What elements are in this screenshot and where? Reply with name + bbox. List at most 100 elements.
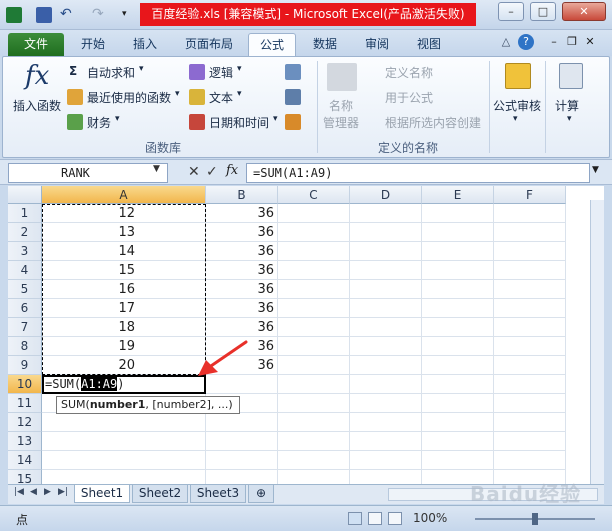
cell-e14[interactable] xyxy=(422,451,494,470)
define-name-button[interactable]: 定义名称 xyxy=(385,64,433,81)
cell-b15[interactable] xyxy=(206,470,278,484)
workbook-restore-icon[interactable]: ❐ xyxy=(564,34,580,50)
cell-e13[interactable] xyxy=(422,432,494,451)
prev-sheet-icon[interactable]: ◀ xyxy=(30,487,37,497)
row-header-13[interactable]: 13 xyxy=(8,432,42,451)
insert-function-fx-button[interactable]: fx xyxy=(226,163,238,178)
name-box[interactable]: RANK xyxy=(8,163,168,183)
finance-icon[interactable] xyxy=(67,114,83,130)
row-header-2[interactable]: 2 xyxy=(8,223,42,242)
row-header-5[interactable]: 5 xyxy=(8,280,42,299)
tab-formulas[interactable]: 公式 xyxy=(248,33,296,56)
cell-d11[interactable] xyxy=(350,394,422,413)
cell-e8[interactable] xyxy=(422,337,494,356)
name-manager-label-2[interactable]: 管理器 xyxy=(323,114,359,131)
cell-c1[interactable] xyxy=(278,204,350,223)
cell-d12[interactable] xyxy=(350,413,422,432)
column-header-e[interactable]: E xyxy=(422,186,494,204)
row-header-4[interactable]: 4 xyxy=(8,261,42,280)
cell-f8[interactable] xyxy=(494,337,566,356)
cell-a9[interactable]: 20 xyxy=(42,356,206,375)
page-layout-view-button[interactable] xyxy=(368,512,382,525)
cell-d5[interactable] xyxy=(350,280,422,299)
cell-d6[interactable] xyxy=(350,299,422,318)
cell-c6[interactable] xyxy=(278,299,350,318)
next-sheet-icon[interactable]: ▶ xyxy=(44,487,51,497)
cell-a3[interactable]: 14 xyxy=(42,242,206,261)
math-trig-icon[interactable] xyxy=(285,89,301,105)
column-header-f[interactable]: F xyxy=(494,186,566,204)
cell-d2[interactable] xyxy=(350,223,422,242)
cell-d3[interactable] xyxy=(350,242,422,261)
formula-audit-button[interactable]: 公式审核 xyxy=(493,97,541,114)
cell-f11[interactable] xyxy=(494,394,566,413)
normal-view-button[interactable] xyxy=(348,512,362,525)
name-manager-icon[interactable] xyxy=(327,63,357,91)
worksheet-grid[interactable]: ABCDEF 1 2 3 4 5 6 7 8 9 10 11 12 13 14 15 12 36 13 36 14 3… xyxy=(8,186,604,484)
cell-e9[interactable] xyxy=(422,356,494,375)
cell-f12[interactable] xyxy=(494,413,566,432)
customize-qat-icon[interactable]: ▾ xyxy=(122,7,132,23)
cell-f5[interactable] xyxy=(494,280,566,299)
cell-c14[interactable] xyxy=(278,451,350,470)
row-header-7[interactable]: 7 xyxy=(8,318,42,337)
tab-review[interactable]: 审阅 xyxy=(354,33,400,56)
cell-c11[interactable] xyxy=(278,394,350,413)
tab-view[interactable]: 视图 xyxy=(406,33,452,56)
cell-d7[interactable] xyxy=(350,318,422,337)
undo-icon[interactable]: ↶ xyxy=(60,7,76,23)
cell-b3[interactable]: 36 xyxy=(206,242,278,261)
text-icon[interactable] xyxy=(189,89,205,105)
active-cell-a10[interactable]: =SUM(A1:A9) xyxy=(42,375,206,394)
column-header-b[interactable]: B xyxy=(206,186,278,204)
recent-functions-button[interactable]: 最近使用的函数 xyxy=(87,89,171,106)
row-header-8[interactable]: 8 xyxy=(8,337,42,356)
cell-a8[interactable]: 19 xyxy=(42,337,206,356)
save-icon[interactable] xyxy=(36,7,52,23)
zoom-slider-thumb[interactable] xyxy=(532,513,538,525)
cell-e1[interactable] xyxy=(422,204,494,223)
dropdown-icon[interactable]: ▾ xyxy=(237,64,242,74)
cell-a7[interactable]: 18 xyxy=(42,318,206,337)
insert-function-icon[interactable]: fx xyxy=(25,61,49,91)
redo-icon[interactable]: ↷ xyxy=(92,7,108,23)
cell-c12[interactable] xyxy=(278,413,350,432)
cell-b8[interactable]: 36 xyxy=(206,337,278,356)
cell-d13[interactable] xyxy=(350,432,422,451)
vertical-scrollbar[interactable] xyxy=(590,200,604,484)
cell-b5[interactable]: 36 xyxy=(206,280,278,299)
cell-b4[interactable]: 36 xyxy=(206,261,278,280)
cell-f14[interactable] xyxy=(494,451,566,470)
logic-button[interactable]: 逻辑 xyxy=(209,64,233,81)
cell-a6[interactable]: 17 xyxy=(42,299,206,318)
cell-e7[interactable] xyxy=(422,318,494,337)
column-header-d[interactable]: D xyxy=(350,186,422,204)
tab-file[interactable]: 文件 xyxy=(8,33,64,56)
cell-c7[interactable] xyxy=(278,318,350,337)
close-button[interactable]: ✕ xyxy=(562,2,606,21)
logic-icon[interactable] xyxy=(189,64,205,80)
cell-f7[interactable] xyxy=(494,318,566,337)
cell-c9[interactable] xyxy=(278,356,350,375)
workbook-close-icon[interactable]: ✕ xyxy=(582,34,598,50)
help-icon[interactable]: ? xyxy=(518,34,534,50)
cell-f9[interactable] xyxy=(494,356,566,375)
name-manager-label[interactable]: 名称 xyxy=(329,97,353,114)
cell-b9[interactable]: 36 xyxy=(206,356,278,375)
cell-b7[interactable]: 36 xyxy=(206,318,278,337)
column-header-a[interactable]: A xyxy=(42,186,206,204)
autosum-button[interactable]: 自动求和 xyxy=(87,64,135,81)
cell-d1[interactable] xyxy=(350,204,422,223)
insert-sheet-icon[interactable]: ⊕ xyxy=(248,485,274,503)
cell-b12[interactable] xyxy=(206,413,278,432)
cell-d10[interactable] xyxy=(350,375,422,394)
cell-f10[interactable] xyxy=(494,375,566,394)
recent-functions-icon[interactable] xyxy=(67,89,83,105)
cell-c13[interactable] xyxy=(278,432,350,451)
tab-page-layout[interactable]: 页面布局 xyxy=(176,33,242,56)
cell-a13[interactable] xyxy=(42,432,206,451)
cell-a12[interactable] xyxy=(42,413,206,432)
autosum-icon[interactable]: Σ xyxy=(69,64,77,78)
finance-button[interactable]: 财务 xyxy=(87,114,111,131)
cancel-formula-button[interactable]: ✕ xyxy=(188,164,200,180)
